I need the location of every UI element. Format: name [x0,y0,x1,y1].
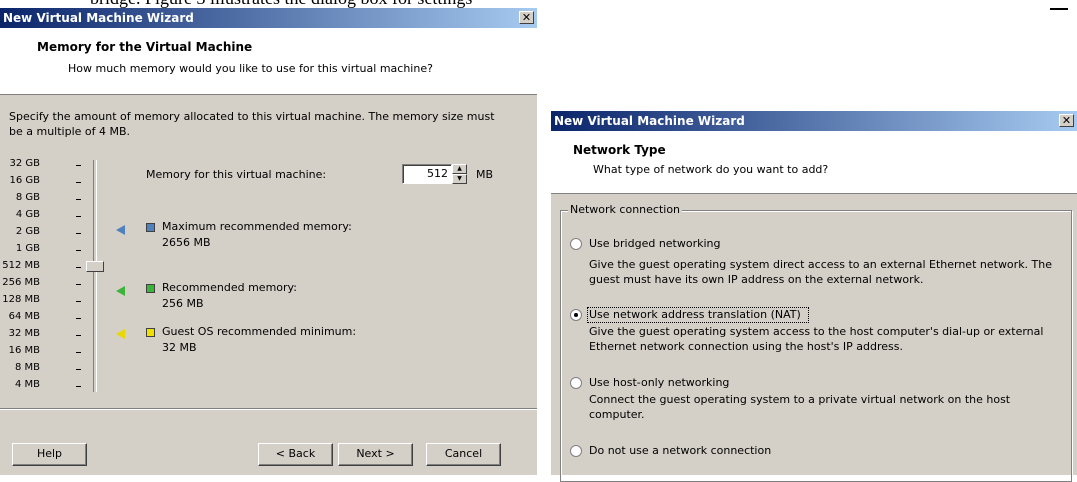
scale-label: 4 GB [15,209,40,220]
scale-tick [76,352,81,353]
radio-bridged-description: Give the guest operating system direct a… [589,258,1053,286]
scale-label: 1 GB [15,243,40,254]
scale-tick [76,182,81,183]
network-wizard-header: Network Type What type of network do you… [551,131,1077,194]
memory-input[interactable]: 512 [402,164,452,184]
scale-tick [76,216,81,217]
memory-wizard-window: New Virtual Machine Wizard ✕ Memory for … [0,8,537,475]
page-subtitle: What type of network do you want to add? [593,163,829,176]
scale-label: 64 MB [8,311,40,322]
memory-slider-thumb[interactable] [86,261,104,272]
scale-tick [76,267,81,268]
scale-tick [76,284,81,285]
recommended-memory-arrow-icon [116,286,125,296]
scale-label: 8 GB [15,192,40,203]
network-connection-group-label: Network connection [568,203,683,216]
radio-host-only-description: Connect the guest operating system to a … [589,393,1011,421]
scale-tick [76,250,81,251]
page-title: Memory for the Virtual Machine [37,40,253,54]
scale-label: 16 GB [9,175,40,186]
minimum-memory-value: 32 MB [162,341,197,354]
scale-label: 32 GB [9,158,40,169]
scale-label: 512 MB [2,260,40,271]
radio-host-only-label[interactable]: Use host-only networking [589,376,729,389]
minimum-memory-swatch [146,328,155,337]
scale-label: 32 MB [8,328,40,339]
spin-up-icon[interactable]: ▲ [452,164,467,174]
close-icon[interactable]: ✕ [1059,114,1074,127]
max-memory-value: 2656 MB [162,236,211,249]
slider-track[interactable] [93,160,97,392]
recommended-memory-swatch [146,284,155,293]
scale-tick [76,233,81,234]
network-wizard-titlebar[interactable]: New Virtual Machine Wizard ✕ [551,111,1077,131]
document-rule [1050,8,1068,10]
page-subtitle: How much memory would you like to use fo… [68,62,433,75]
scale-label: 8 MB [14,362,40,373]
scale-tick [76,165,81,166]
scale-label: 128 MB [2,294,40,305]
max-memory-swatch [146,223,155,232]
radio-nat-description: Give the guest operating system access t… [589,325,1044,353]
radio-nat-label[interactable]: Use network address translation (NAT) [589,308,801,321]
network-wizard-title: New Virtual Machine Wizard [554,114,745,128]
memory-wizard-title: New Virtual Machine Wizard [3,11,194,25]
memory-wizard-header: Memory for the Virtual Machine How much … [0,28,537,95]
back-button[interactable]: < Back [258,443,333,466]
memory-spinner[interactable]: ▲ ▼ [452,164,467,184]
scale-tick [76,369,81,370]
help-button[interactable]: Help [12,443,87,466]
max-memory-arrow-icon [116,225,125,235]
recommended-memory-label: Recommended memory: [162,281,297,294]
radio-host-only-button[interactable] [570,377,582,389]
radio-no-network-button[interactable] [570,445,582,457]
radio-nat-button[interactable] [570,309,582,321]
next-button[interactable]: Next > [338,443,413,466]
radio-bridged-button[interactable] [570,238,582,250]
radio-bridged-label[interactable]: Use bridged networking [589,237,721,250]
max-memory-label: Maximum recommended memory: [162,220,352,233]
page-title: Network Type [573,143,666,157]
network-wizard-window: New Virtual Machine Wizard ✕ Network Typ… [551,111,1077,482]
scale-tick [76,301,81,302]
scale-label: 2 GB [15,226,40,237]
spin-down-icon[interactable]: ▼ [452,174,467,184]
scale-label: 16 MB [8,345,40,356]
memory-field-label: Memory for this virtual machine: [146,168,327,181]
footer-divider [0,408,537,410]
cancel-button[interactable]: Cancel [426,443,501,466]
memory-description: Specify the amount of memory allocated t… [9,110,495,138]
scale-tick [76,199,81,200]
scale-label: 256 MB [2,277,40,288]
minimum-memory-label: Guest OS recommended minimum: [162,325,357,338]
scale-tick [76,318,81,319]
scale-label: 4 MB [14,379,40,390]
radio-no-network-label[interactable]: Do not use a network connection [589,444,771,457]
scale-tick [76,386,81,387]
scale-tick [76,335,81,336]
memory-unit: MB [476,168,494,181]
close-icon[interactable]: ✕ [519,11,534,24]
memory-wizard-titlebar[interactable]: New Virtual Machine Wizard ✕ [0,8,537,28]
recommended-memory-value: 256 MB [162,297,204,310]
minimum-memory-arrow-icon [116,329,125,339]
